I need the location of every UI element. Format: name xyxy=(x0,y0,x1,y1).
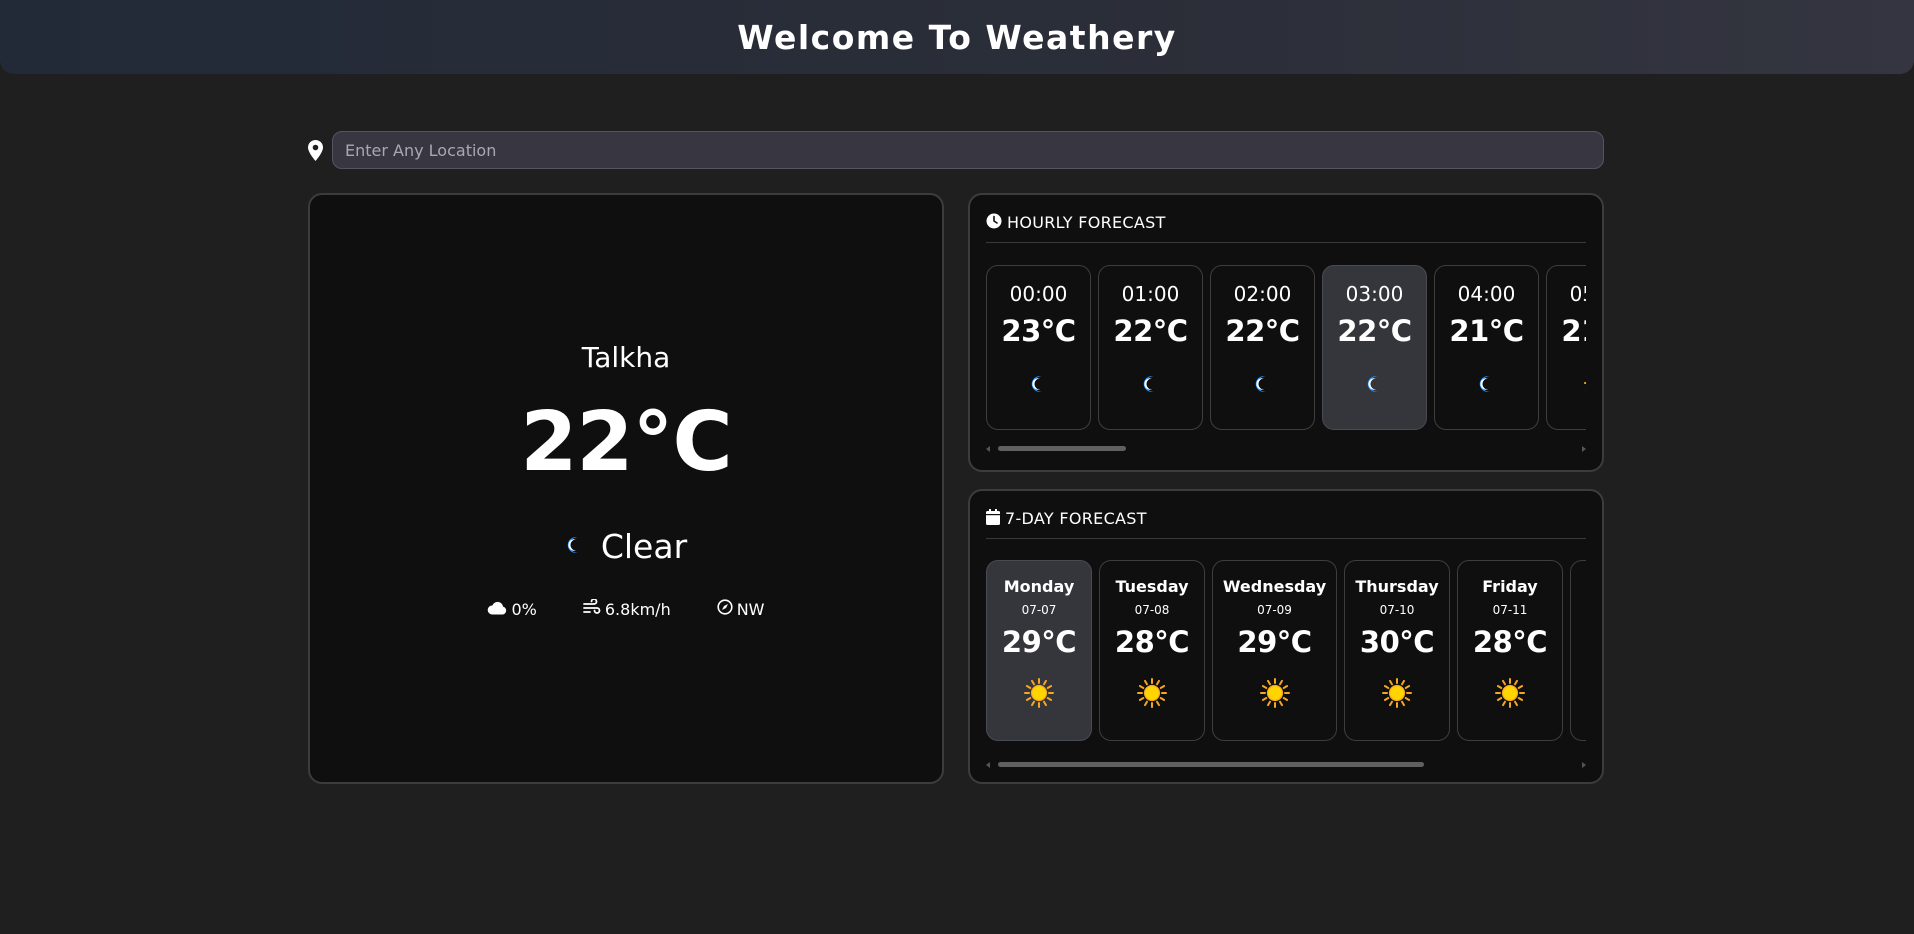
hourly-card[interactable]: 00:00 23°C xyxy=(986,265,1091,430)
moon-icon xyxy=(1323,374,1426,394)
hourly-time: 00:00 xyxy=(1009,282,1068,306)
hourly-forecast-card: HOURLY FORECAST 00:00 23°C 01:00 22°C 02:00 2… xyxy=(968,193,1604,472)
moon-icon xyxy=(565,535,585,559)
day-name: Friday xyxy=(1482,577,1538,596)
day-date: 07-11 xyxy=(1492,603,1528,617)
wind-icon xyxy=(582,598,601,619)
sun-icon xyxy=(1345,678,1449,708)
wind-stat: 6.8km/h xyxy=(582,598,671,619)
day-name: Wednesday xyxy=(1222,577,1327,596)
hourly-temp: 22°C xyxy=(1337,314,1412,348)
hourly-time: 01:00 xyxy=(1121,282,1180,306)
day-card[interactable]: Thursday 07-10 30°C xyxy=(1344,560,1450,741)
day-card[interactable]: Wednesday 07-09 29°C xyxy=(1212,560,1337,741)
location-search-input[interactable] xyxy=(332,131,1604,169)
hourly-time: 02:00 xyxy=(1233,282,1292,306)
wind-value: 6.8km/h xyxy=(604,599,671,619)
hourly-scroll-thumb[interactable] xyxy=(998,446,1126,451)
weekly-scroller[interactable]: Monday 07-07 29°C Tuesday 07-08 28°C Wednesday… xyxy=(986,560,1586,742)
location-pin-icon xyxy=(306,139,324,161)
hourly-card[interactable]: 05:00 21°C xyxy=(1546,265,1586,430)
weekly-scrollbar[interactable] xyxy=(986,760,1586,770)
city-name: Talkha xyxy=(581,341,671,374)
current-weather-card: Talkha 22°C Clear 0% 6.8km/h NW xyxy=(308,193,944,784)
hourly-temp: 23°C xyxy=(1001,314,1076,348)
day-temp: 29°C xyxy=(1237,625,1312,659)
day-card[interactable]: Tuesday 07-08 28°C xyxy=(1099,560,1205,741)
sun-icon xyxy=(1547,368,1586,398)
hourly-temp: 21°C xyxy=(1449,314,1524,348)
day-date: 07-07 xyxy=(1021,603,1057,617)
hourly-card[interactable]: 02:00 22°C xyxy=(1210,265,1315,430)
day-card[interactable]: Friday 07-11 28°C xyxy=(1457,560,1563,741)
hourly-time: 05:00 xyxy=(1569,282,1586,306)
weather-stats: 0% 6.8km/h NW xyxy=(310,598,942,619)
weekly-forecast-title: 7-DAY FORECAST xyxy=(1005,509,1147,528)
day-temp: 28°C xyxy=(1472,625,1548,659)
day-temp: 28°C xyxy=(1114,625,1190,659)
day-card[interactable]: Monday 07-07 29°C xyxy=(986,560,1092,741)
hourly-time: 04:00 xyxy=(1457,282,1516,306)
current-temperature: 22°C xyxy=(520,395,732,490)
scroll-left-arrow[interactable] xyxy=(986,446,990,452)
app-header: Welcome To Weathery xyxy=(0,0,1914,74)
direction-value: NW xyxy=(736,599,765,619)
weekly-scroll-thumb[interactable] xyxy=(998,762,1424,767)
day-temp: 29°C xyxy=(1001,625,1077,659)
day-temp: 30°C xyxy=(1359,625,1435,659)
hourly-temp: 22°C xyxy=(1225,314,1300,348)
app-title: Welcome To Weathery xyxy=(737,17,1177,57)
hourly-time: 03:00 xyxy=(1345,282,1404,306)
hourly-scrollbar[interactable] xyxy=(986,444,1586,454)
hourly-forecast-title: HOURLY FORECAST xyxy=(1007,213,1166,232)
weekly-forecast-header: 7-DAY FORECAST xyxy=(986,509,1586,539)
day-date: 07-09 xyxy=(1257,603,1292,617)
search-bar xyxy=(306,131,1604,169)
day-date: 07-10 xyxy=(1379,603,1415,617)
moon-icon xyxy=(1435,374,1538,394)
cloud-value: 0% xyxy=(511,599,537,619)
condition-text: Clear xyxy=(600,527,688,566)
hourly-forecast-header: HOURLY FORECAST xyxy=(986,213,1586,243)
cloud-icon xyxy=(487,600,507,619)
sun-icon xyxy=(1213,678,1336,708)
scroll-right-arrow[interactable] xyxy=(1582,762,1586,768)
sun-icon xyxy=(1100,678,1204,708)
hourly-card[interactable]: 01:00 22°C xyxy=(1098,265,1203,430)
hourly-card[interactable]: 04:00 21°C xyxy=(1434,265,1539,430)
clock-icon xyxy=(986,213,1002,233)
sun-icon xyxy=(987,678,1091,708)
day-name: Thursday xyxy=(1355,577,1439,596)
moon-icon xyxy=(987,374,1090,394)
hourly-temp: 22°C xyxy=(1113,314,1188,348)
calendar-icon xyxy=(986,509,1000,529)
day-card[interactable] xyxy=(1570,560,1586,741)
moon-icon xyxy=(1099,374,1202,394)
hourly-card[interactable]: 03:00 22°C xyxy=(1322,265,1427,430)
day-name: Monday xyxy=(1003,577,1075,596)
scroll-right-arrow[interactable] xyxy=(1582,446,1586,452)
day-date: 07-08 xyxy=(1134,603,1170,617)
condition-row: Clear xyxy=(310,527,942,566)
cloud-stat: 0% xyxy=(487,599,537,619)
hourly-temp: 21°C xyxy=(1561,314,1586,348)
sun-icon xyxy=(1458,678,1562,708)
scroll-left-arrow[interactable] xyxy=(986,762,990,768)
day-name: Tuesday xyxy=(1115,577,1189,596)
compass-icon xyxy=(717,599,733,619)
weekly-forecast-card: 7-DAY FORECAST Monday 07-07 29°C Tuesday 07-… xyxy=(968,489,1604,784)
moon-icon xyxy=(1211,374,1314,394)
direction-stat: NW xyxy=(717,599,765,619)
hourly-scroller[interactable]: 00:00 23°C 01:00 22°C 02:00 22°C 03:00 22°C 04:0… xyxy=(986,265,1586,431)
